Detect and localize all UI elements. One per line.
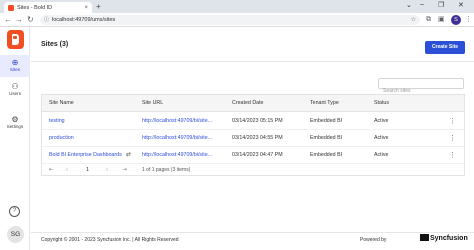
copyright-text: Copyright © 2001 - 2023 Syncfusion Inc. … xyxy=(41,237,179,243)
tenant-type: Embedded BI xyxy=(310,118,343,124)
prev-page-icon[interactable]: ‹ xyxy=(66,161,68,179)
bold-id-logo[interactable] xyxy=(7,30,24,49)
forward-icon[interactable]: → xyxy=(15,14,23,26)
column-header-site-name[interactable]: Site Name xyxy=(49,95,74,112)
syncfusion-mark-icon xyxy=(420,234,429,241)
tab-close-icon[interactable]: × xyxy=(84,5,88,11)
gear-icon: ⚙ xyxy=(11,115,19,124)
sidebar-item-label: Users xyxy=(9,91,21,96)
new-tab-icon[interactable]: + xyxy=(96,2,101,12)
row-actions-icon[interactable]: ⋮ xyxy=(449,130,456,147)
status-text: Active xyxy=(374,118,389,124)
pagination-info: 1 of 1 pages (3 items) xyxy=(142,167,191,173)
tenant-type: Embedded BI xyxy=(310,135,343,141)
sidebar-item-settings[interactable]: ⚙ Settings xyxy=(0,112,30,134)
sidebar-item-users[interactable]: ⚇ Users xyxy=(0,79,30,101)
status-text: Active xyxy=(374,135,389,141)
browser-menu-icon[interactable]: ⋮ xyxy=(465,15,472,25)
column-header-site-url[interactable]: Site URL xyxy=(142,95,163,112)
column-header-tenant-type[interactable]: Tenant Type xyxy=(310,95,339,112)
column-header-created-date[interactable]: Created Date xyxy=(232,95,264,112)
extensions-icon[interactable]: ⧉ xyxy=(426,15,431,25)
table-header: Site Name Site URL Created Date Tenant T… xyxy=(42,95,464,112)
address-bar[interactable]: ⓘ localhost:49709/ums/sites ☆ xyxy=(40,15,420,25)
tab-search-icon[interactable]: ⌄ xyxy=(406,1,412,9)
table-row[interactable]: testing http://localhost:49709/bi/site..… xyxy=(42,113,464,130)
powered-by-label: Powered by xyxy=(360,237,387,243)
minimize-icon[interactable]: – xyxy=(420,1,424,8)
sidebar-item-sites[interactable]: ⊕ Sites xyxy=(0,55,30,77)
first-page-icon[interactable]: ⇤ xyxy=(49,161,54,179)
close-window-icon[interactable]: ✕ xyxy=(458,1,464,9)
column-header-status[interactable]: Status xyxy=(374,95,389,112)
site-url-link[interactable]: http://localhost:49709/bi/site... xyxy=(142,113,212,130)
page-title: Sites (3) xyxy=(41,41,69,48)
tab-title: Sites - Bold ID xyxy=(17,4,53,11)
page-number[interactable]: 1 xyxy=(86,161,89,179)
bookmark-star-icon[interactable]: ☆ xyxy=(411,15,416,25)
row-actions-icon[interactable]: ⋮ xyxy=(449,113,456,130)
created-date: 03/14/2023 05:15 PM xyxy=(232,118,283,124)
browser-toolbar: ← → ↻ ⓘ localhost:49709/ums/sites ☆ ⧉ ▣ … xyxy=(0,13,474,27)
user-avatar[interactable]: SG xyxy=(7,226,24,243)
sidebar-item-label: Sites xyxy=(9,67,21,72)
profile-avatar[interactable]: S xyxy=(451,15,461,25)
created-date: 03/14/2023 04:55 PM xyxy=(232,135,283,141)
pagination: ⇤ ‹ 1 › ⇥ 1 of 1 pages (3 items) xyxy=(42,161,464,179)
site-url-link[interactable]: http://localhost:49709/bi/site... xyxy=(142,130,212,147)
sites-table: Site Name Site URL Created Date Tenant T… xyxy=(41,94,465,176)
title-divider xyxy=(31,61,474,62)
next-page-icon[interactable]: › xyxy=(106,161,108,179)
site-info-icon[interactable]: ⓘ xyxy=(44,15,49,25)
last-page-icon[interactable]: ⇥ xyxy=(122,161,127,179)
create-site-button[interactable]: Create Site xyxy=(425,41,465,54)
address-url: localhost:49709/ums/sites xyxy=(52,17,116,23)
syncfusion-brand: Syncfusion xyxy=(430,235,468,242)
sidebar-panel-icon[interactable]: ▣ xyxy=(438,15,445,25)
browser-tab-strip: Sites - Bold ID × + ⌄ – ❐ ✕ xyxy=(0,0,474,13)
back-icon[interactable]: ← xyxy=(4,14,12,26)
bold-id-favicon xyxy=(8,4,14,11)
search-box xyxy=(378,78,464,96)
site-name-link[interactable]: production xyxy=(49,130,74,147)
browser-tab[interactable]: Sites - Bold ID × xyxy=(4,2,92,13)
left-navigation: ⊕ Sites ⚇ Users ⚙ Settings ? SG xyxy=(0,27,30,250)
maximize-icon[interactable]: ❐ xyxy=(438,1,444,9)
site-name-link[interactable]: testing xyxy=(49,113,65,130)
globe-icon: ⊕ xyxy=(11,58,19,67)
users-icon: ⚇ xyxy=(11,82,19,91)
syncfusion-logo[interactable]: Syncfusion xyxy=(420,234,468,242)
help-icon[interactable]: ? xyxy=(9,206,20,217)
table-row[interactable]: production http://localhost:49709/bi/sit… xyxy=(42,130,464,147)
logo-mark-notch xyxy=(13,36,17,39)
footer-divider xyxy=(31,232,474,233)
sidebar-item-label: Settings xyxy=(6,124,24,129)
reload-icon[interactable]: ↻ xyxy=(27,14,34,26)
